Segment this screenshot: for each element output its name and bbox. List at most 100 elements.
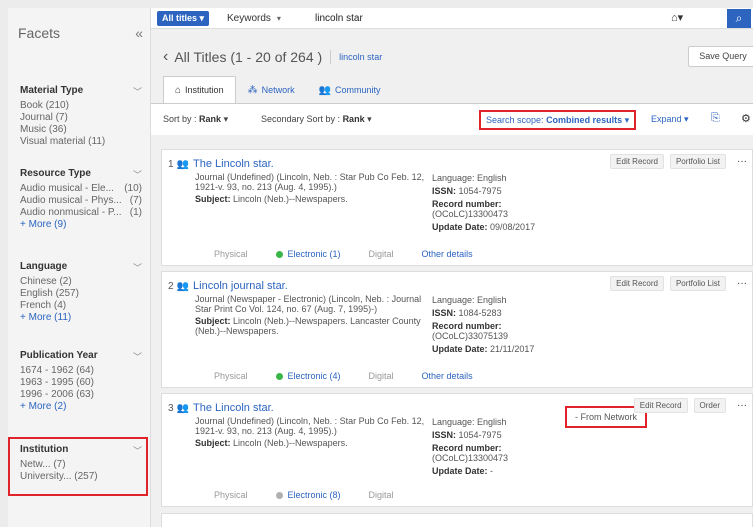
record-number-label: Record number: [432,443,502,453]
search-button[interactable]: ⌕ [727,9,751,28]
secondary-sort-dropdown[interactable]: Secondary Sort by : Rank ▾ [261,114,372,125]
results-header: ‹ All Titles (1 - 20 of 264 ) lincoln st… [163,47,382,67]
facet-item[interactable]: 1963 - 1995 (60) [20,377,142,389]
edit-record-button[interactable]: Edit Record [610,154,664,169]
home-icon: ⌂ [175,84,182,96]
search-input[interactable]: lincoln star [315,11,363,26]
tab-community[interactable]: 👥 Community [307,76,393,103]
other-details-link[interactable]: Other details [422,249,473,259]
search-scope-selector[interactable]: Search scope: Combined results ▾ [479,110,636,130]
electronic-availability-link[interactable]: Electronic (4) [275,371,341,381]
chevron-down-icon[interactable]: ﹀ [133,350,142,363]
record-issn: ISSN: 1054-7975 [432,186,572,196]
expand-dropdown[interactable]: Expand ▾ [651,114,689,125]
record-title-link[interactable]: The Lincoln star. [193,402,274,414]
chevron-down-icon: ▾ [367,114,372,124]
facet-item-label: English (257) [20,288,79,299]
facet-item[interactable]: English (257) [20,288,142,300]
record-actions: Edit Record Portfolio List ··· [610,276,752,291]
more-actions-icon[interactable]: ··· [732,400,752,411]
record-title-link[interactable]: The Lincoln star. [193,158,274,170]
more-actions-icon[interactable]: ··· [732,156,752,167]
record-title-link[interactable]: Lincoln journal star. [193,280,288,292]
update-label: Update Date: [432,344,488,354]
search-field-dropdown[interactable]: Keywords ▾ [227,11,281,26]
record-subject: Subject: Lincoln (Neb.)--Newspapers. [195,194,425,204]
portfolio-list-button[interactable]: Portfolio List [669,276,726,291]
record-number-value: (OCoLC)13300473 [432,453,509,463]
facet-title-material-type[interactable]: Material Type ﹀ [20,85,142,98]
facet-item-label: 1963 - 1995 (60) [20,377,94,388]
record-number: 3 [168,403,174,414]
facet-item-label: Audio nonmusical - P... [20,207,122,218]
chevron-down-icon[interactable]: ﹀ [133,85,142,98]
sort-bar: Sort by : Rank ▾ Secondary Sort by : Ran… [151,103,753,135]
electronic-availability-link[interactable]: Electronic (8) [275,490,341,500]
facet-item[interactable]: Audio musical - Ele... (10) [20,183,142,195]
facet-item[interactable]: 1996 - 2006 (63) [20,389,142,401]
facet-more-link[interactable]: + More (9) [20,219,142,231]
record-update: Update Date: 09/08/2017 [432,222,572,232]
record-subject: Subject: Lincoln (Neb.)--Newspapers. [195,438,425,448]
physical-availability: Physical [214,490,248,500]
facet-item[interactable]: Visual material (11) [20,136,142,148]
page-title: All Titles (1 - 20 of 264 ) [174,49,323,65]
facet-title-language[interactable]: Language ﹀ [20,261,142,274]
group-icon: 👥 [176,403,190,414]
collapse-sidebar-icon[interactable]: « [135,25,143,41]
record-title-row: 2 👥 Lincoln journal star. [168,280,288,292]
facet-item[interactable]: Audio musical - Phys... (7) [20,195,142,207]
facet-title-publication-year[interactable]: Publication Year ﹀ [20,350,142,363]
current-query[interactable]: lincoln star [339,52,382,62]
save-query-button[interactable]: Save Query [688,46,753,67]
portfolio-list-button[interactable]: Portfolio List [669,154,726,169]
subject-value: Lincoln (Neb.)--Newspapers. [233,438,348,448]
facet-more-link[interactable]: + More (11) [20,312,142,324]
facet-more-link[interactable]: + More (2) [20,401,142,413]
facet-item[interactable]: Audio nonmusical - P... (1) [20,207,142,219]
facet-title-text: Publication Year [20,350,98,361]
digital-availability: Digital [368,249,394,259]
electronic-availability-link[interactable]: Electronic (1) [275,249,341,259]
sort-by-value: Rank [199,114,222,124]
facet-item[interactable]: 1674 - 1962 (64) [20,365,142,377]
update-label: Update Date: [432,222,488,232]
facet-item[interactable]: French (4) [20,300,142,312]
facet-item-label: Audio musical - Phys... [20,195,122,206]
tab-institution[interactable]: ⌂ Institution [163,76,236,103]
digital-availability: Digital [368,490,394,500]
subject-value: Lincoln (Neb.)--Newspapers. [233,194,348,204]
institution-highlight-box [8,437,148,496]
search-scope-dropdown[interactable]: All titles ▾ [157,11,210,26]
facet-item[interactable]: Music (36) [20,124,142,136]
order-button[interactable]: Order [693,398,726,413]
chevron-down-icon[interactable]: ﹀ [133,261,142,274]
record-number-value: (OCoLC)13300473 [432,209,509,219]
tab-network[interactable]: ⁂ Network [236,76,307,103]
issn-value: 1084-5283 [458,308,502,318]
home-dropdown-icon[interactable]: ⌂▾ [671,11,683,26]
other-details-link[interactable]: Other details [422,371,473,381]
sort-by-dropdown[interactable]: Sort by : Rank ▾ [163,114,228,125]
gear-icon[interactable]: ⚙ [741,112,751,125]
back-arrow-icon[interactable]: ‹ [163,48,168,66]
facet-item[interactable]: Book (210) [20,100,142,112]
search-scope-label: Search scope: [486,115,544,125]
record-update: Update Date: 21/11/2017 [432,344,572,354]
more-actions-icon[interactable]: ··· [732,278,752,289]
update-value: 09/08/2017 [490,222,536,232]
edit-record-button[interactable]: Edit Record [610,276,664,291]
chevron-down-icon[interactable]: ﹀ [133,168,142,181]
facet-item-count: (1) [129,207,142,218]
facet-item-count: (7) [129,195,142,206]
export-icon[interactable]: ⎘ [711,112,720,125]
facet-item-label: Music (36) [20,124,67,135]
result-record: 1 👥 The Lincoln star. Journal (Undefined) … [161,149,753,266]
facet-item[interactable]: Chinese (2) [20,276,142,288]
facet-item[interactable]: Journal (7) [20,112,142,124]
facet-title-resource-type[interactable]: Resource Type ﹀ [20,168,142,181]
record-actions: Edit Record Order ··· [633,398,752,413]
facet-item-label: Chinese (2) [20,276,72,287]
edit-record-button[interactable]: Edit Record [633,398,688,413]
digital-availability: Digital [368,371,394,381]
